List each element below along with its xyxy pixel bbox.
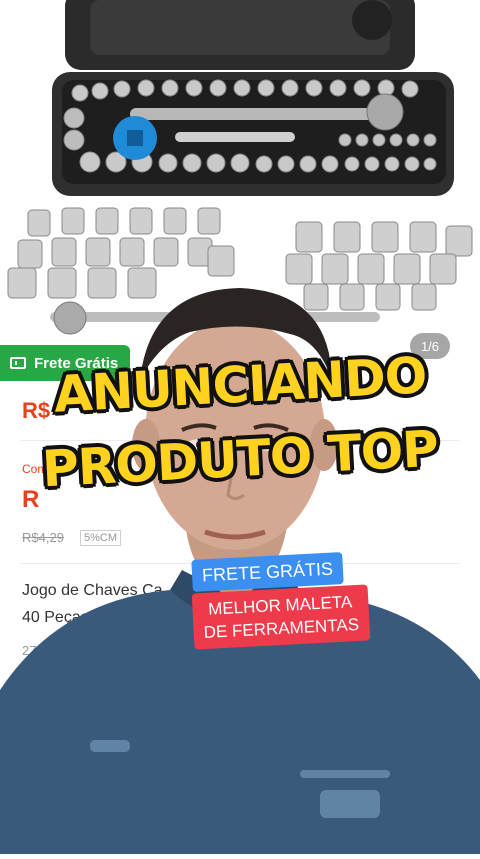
best-toolkit-sticker: MELHOR MALETA DE FERRAMENTAS: [191, 584, 370, 650]
